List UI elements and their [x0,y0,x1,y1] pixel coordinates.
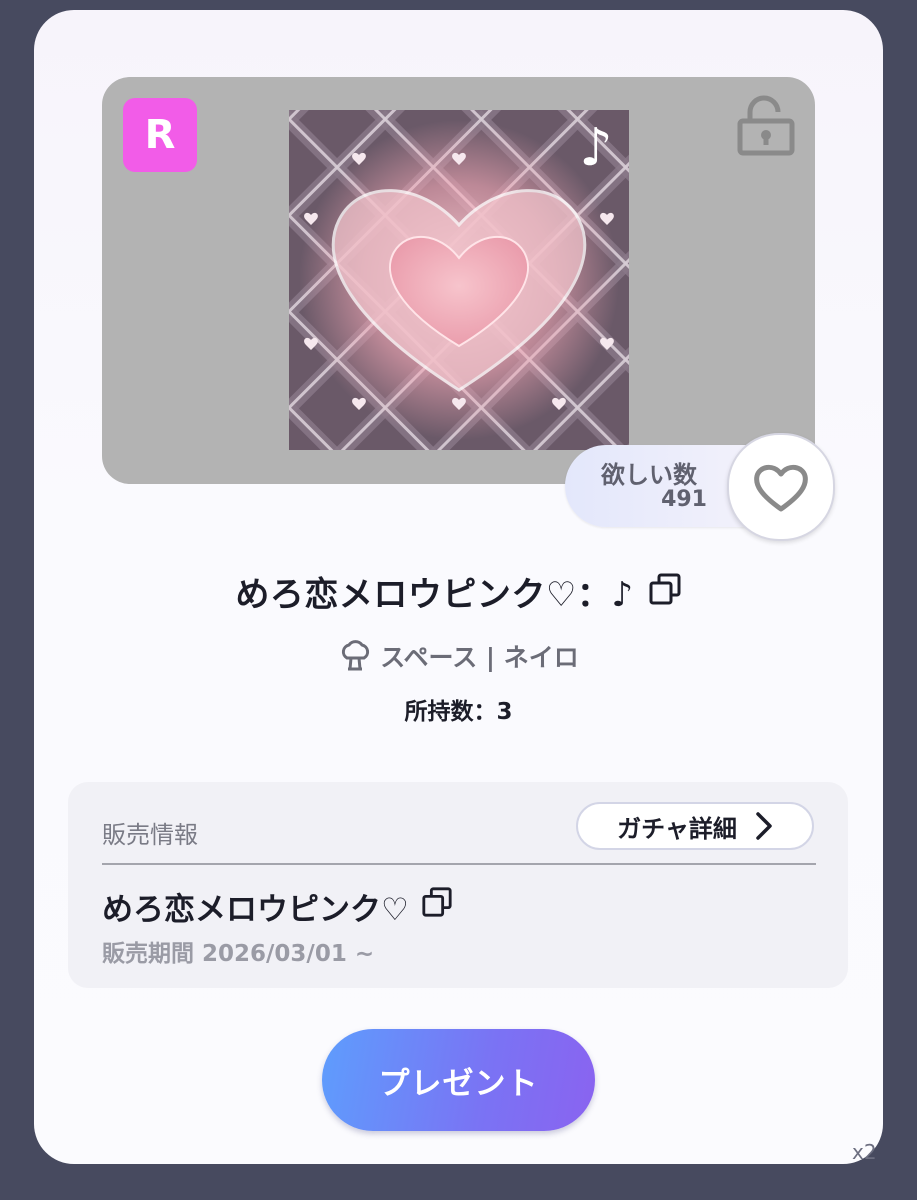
copy-icon[interactable] [648,572,682,610]
present-button[interactable]: プレゼント [322,1029,595,1131]
chevron-right-icon [756,812,772,840]
sale-period: 販売期間 2026/03/01 ~ [102,941,375,967]
copy-icon[interactable] [421,886,453,926]
tree-icon [342,640,370,671]
rarity-badge: R [123,98,197,172]
item-artwork: ♪ [289,110,629,450]
item-category-row: スペース | ネイロ [0,636,917,676]
item-category: スペース | ネイロ [380,643,579,672]
gacha-detail-button[interactable]: ガチャ詳細 [576,802,814,850]
wish-count: 491 [661,487,707,512]
heart-icon [754,464,808,512]
music-note-icon: ♪ [579,118,613,178]
wish-label: 欲しい数 [601,461,697,489]
item-title: めろ恋メロウピンク♡：♪ [235,574,634,615]
wishlist-button[interactable] [727,433,835,541]
sale-item-name: めろ恋メロウピンク♡ [102,891,409,928]
divider [102,863,816,865]
sale-item-row: めろ恋メロウピンク♡ [102,884,453,928]
item-preview-panel: R ♪ [102,77,815,484]
item-title-row: めろ恋メロウピンク♡：♪ [0,566,917,616]
sale-info-card: 販売情報 ガチャ詳細 めろ恋メロウピンク♡ 販売期間 2026/03/01 ~ [68,782,848,988]
gacha-detail-label: ガチャ詳細 [617,814,737,843]
corner-indicator: x2 [852,1140,877,1164]
item-detail-modal: R ♪ 欲しい数 491 めろ恋メロウピンク♡：♪ スペース | ネイロ 所持数… [34,10,883,1164]
sale-info-heading: 販売情報 [102,821,198,849]
unlock-icon[interactable] [736,95,796,157]
owned-count: 所持数：3 [404,699,513,725]
